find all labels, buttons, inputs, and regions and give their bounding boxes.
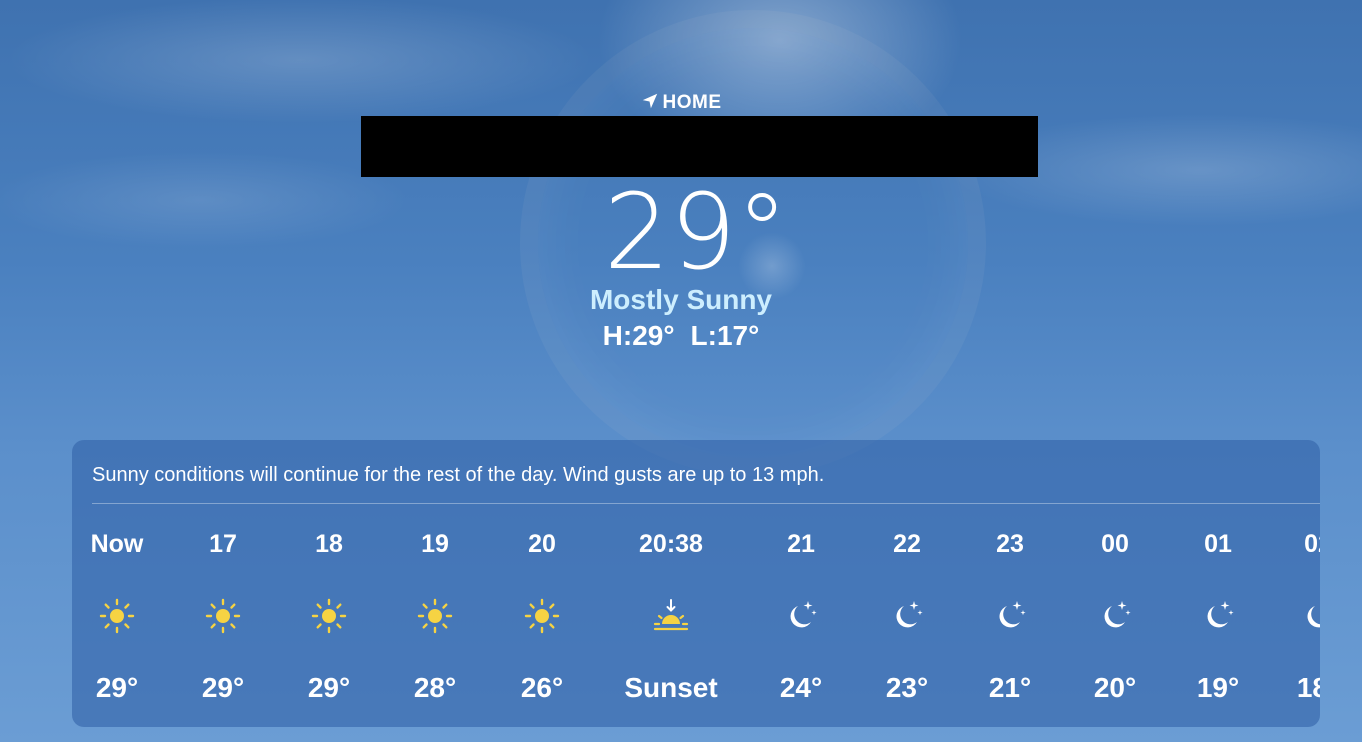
- hour-column-17: 17 29°: [168, 524, 278, 714]
- moon-stars-icon: [896, 601, 923, 628]
- hour-column-sunset: 20:38 Sunset: [616, 524, 726, 714]
- forecast-summary: Sunny conditions will continue for the r…: [92, 464, 825, 486]
- hourly-forecast-card[interactable]: Sunny conditions will continue for the r…: [72, 440, 1320, 727]
- moon-stars-icon: [1207, 601, 1234, 628]
- hour-column-18: 18 29°: [274, 524, 384, 714]
- sun-icon: [417, 598, 453, 634]
- location-arrow-icon: [642, 93, 657, 109]
- hour-temperature: 29°: [307, 672, 351, 703]
- sun-icon: [524, 598, 560, 634]
- hour-column-19: 19 28°: [380, 524, 490, 714]
- hour-label: 20: [528, 530, 556, 558]
- location-header: HOME: [0, 92, 1362, 114]
- hour-label: 19: [421, 530, 449, 558]
- hour-label: 00: [1101, 530, 1129, 558]
- hour-temperature: 28°: [413, 672, 457, 703]
- hour-column-23: 23 21°: [955, 524, 1065, 714]
- hour-temperature: 23°: [885, 672, 929, 703]
- moon-stars-icon: [1104, 601, 1131, 628]
- high-temperature: H:29°: [602, 320, 675, 351]
- sunset-icon: [653, 599, 689, 631]
- location-label: HOME: [662, 92, 722, 113]
- hour-label: Now: [90, 530, 144, 558]
- current-condition: Mostly Sunny: [589, 284, 772, 315]
- hour-temperature: 18°: [1296, 672, 1320, 703]
- sun-icon: [311, 598, 347, 634]
- current-temperature: 29°: [603, 171, 789, 293]
- hour-label: 20:38: [639, 530, 703, 558]
- hour-temperature: Sunset: [624, 672, 718, 703]
- hour-temperature: 24°: [779, 672, 823, 703]
- hour-temperature: 29°: [95, 672, 139, 703]
- hour-column-21: 21 24°: [746, 524, 856, 714]
- hour-temperature: 26°: [520, 672, 564, 703]
- sun-icon: [99, 598, 135, 634]
- hour-label: 22: [893, 530, 921, 558]
- city-name-redacted: [361, 116, 1038, 177]
- hour-temperature: 19°: [1196, 672, 1240, 703]
- moon-stars-icon: [999, 601, 1026, 628]
- hour-label: 18: [315, 530, 343, 558]
- hour-column-01: 01 19°: [1163, 524, 1273, 714]
- moon-stars-icon: [790, 601, 817, 628]
- hour-column-now: Now 29°: [72, 524, 172, 714]
- hour-temperature: 29°: [201, 672, 245, 703]
- hour-column-02: 02 18°: [1263, 524, 1320, 714]
- low-temperature: L:17°: [690, 320, 760, 351]
- hour-column-22: 22 23°: [852, 524, 962, 714]
- hour-column-00: 00 20°: [1060, 524, 1170, 714]
- card-divider: [92, 503, 1320, 504]
- hour-label: 23: [996, 530, 1024, 558]
- moon-stars-icon: [1307, 606, 1320, 628]
- high-low-temperatures: H:29° L:17°: [0, 320, 1362, 352]
- hour-label: 17: [209, 530, 237, 558]
- hour-label: 02: [1304, 530, 1320, 558]
- hour-label: 21: [787, 530, 815, 558]
- hour-column-20: 20 26°: [487, 524, 597, 714]
- hour-label: 01: [1204, 530, 1232, 558]
- hour-temperature: 20°: [1093, 672, 1137, 703]
- hour-temperature: 21°: [988, 672, 1032, 703]
- sun-icon: [205, 598, 241, 634]
